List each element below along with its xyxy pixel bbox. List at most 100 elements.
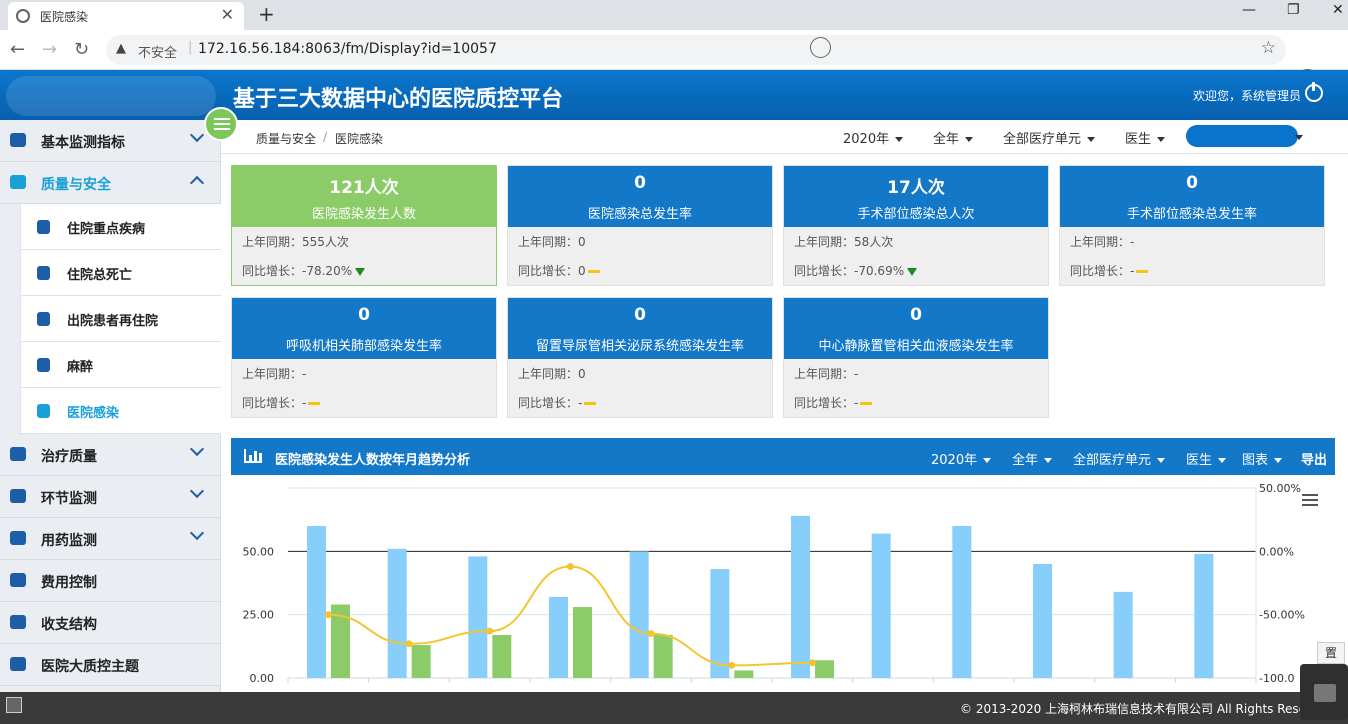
kpi-yoy-label: 同比增长： xyxy=(1070,264,1131,278)
y2-tick-label: 0.00% xyxy=(1259,545,1294,558)
breadcrumb-separator: / xyxy=(323,130,328,144)
kpi-prev-label: 上年同期： xyxy=(518,367,579,381)
new-tab-icon[interactable]: + xyxy=(258,2,275,26)
settings-tab[interactable]: 置 xyxy=(1317,642,1345,664)
year-filter[interactable]: 2020年 xyxy=(843,128,904,147)
copyright-text: © 2013-2020 上海柯林布瑞信息技术有限公司 All Rights Re… xyxy=(960,702,1311,716)
url-text[interactable]: 172.16.56.184:8063/fm/Display?id=10057 xyxy=(198,41,497,57)
kpi-yoy-value: 0 xyxy=(578,264,586,278)
floating-chat-button[interactable] xyxy=(1300,664,1348,720)
kpi-card[interactable]: 0 呼吸机相关肺部感染发生率 上年同期：- 同比增长：- xyxy=(231,297,497,418)
breadcrumb-item[interactable]: 质量与安全 xyxy=(256,130,316,147)
kpi-yoy-label: 同比增长： xyxy=(794,264,855,278)
browser-tab[interactable]: 医院感染 ✕ xyxy=(8,2,244,30)
kpi-prev-period: 上年同期：0 xyxy=(518,365,586,382)
panel-unit-filter[interactable]: 全部医疗单元 xyxy=(1073,449,1166,468)
bar xyxy=(411,645,431,678)
line-point xyxy=(324,611,332,619)
menu-toggle-button[interactable] xyxy=(204,107,238,141)
line-point xyxy=(566,563,574,571)
close-tab-icon[interactable]: ✕ xyxy=(221,5,234,24)
sidebar-subitem[interactable]: 麻醉 xyxy=(20,342,221,388)
kpi-name: 中心静脉置管相关血液感染发生率 xyxy=(818,339,1014,354)
flat-dash-icon xyxy=(308,402,321,405)
tab-title: 医院感染 xyxy=(40,10,89,24)
sidebar-item[interactable]: 环节监测 xyxy=(0,476,221,518)
kpi-prev-label: 上年同期： xyxy=(1070,235,1131,249)
panel-title: 医院感染发生人数按年月趋势分析 xyxy=(275,453,471,468)
panel-view-filter[interactable]: 图表 xyxy=(1242,449,1283,468)
kpi-prev-value: - xyxy=(1130,235,1135,249)
sidebar-item[interactable]: 治疗质量 xyxy=(0,434,221,476)
sidebar-item[interactable]: 用药监测 xyxy=(0,518,221,560)
kpi-yoy-value: - xyxy=(854,396,859,410)
kpi-prev-value: - xyxy=(854,367,859,381)
unit-filter[interactable]: 全部医疗单元 xyxy=(1003,128,1096,147)
kpi-prev-label: 上年同期： xyxy=(794,235,855,249)
reload-icon[interactable]: ↻ xyxy=(74,39,89,60)
kpi-card[interactable]: 0 留置导尿管相关泌尿系统感染发生率上年同期：0 同比增长：- xyxy=(507,297,773,418)
kpi-card-header: 0 医院感染总发生率 xyxy=(508,166,772,227)
back-icon[interactable]: ← xyxy=(10,39,25,60)
trend-chart: 50.00 25.00 0.00 50.00% 0.00% -50.00% -100.0 xyxy=(231,475,1335,692)
kpi-yoy-value: - xyxy=(578,396,583,410)
forward-icon[interactable]: → xyxy=(42,39,57,60)
kpi-prev-value: 0 xyxy=(578,235,586,249)
kpi-card-header: 0 呼吸机相关肺部感染发生率 xyxy=(232,298,496,359)
export-button[interactable]: 导出 xyxy=(1301,449,1327,468)
panel-year-filter[interactable]: 2020年 xyxy=(931,449,992,468)
panel-period-filter[interactable]: 全年 xyxy=(1012,449,1053,468)
kpi-yoy-value: -78.20% xyxy=(302,264,353,278)
area-chart-icon xyxy=(37,404,50,418)
kpi-yoy-label: 同比增长： xyxy=(518,396,579,410)
kpi-name: 呼吸机相关肺部感染发生率 xyxy=(285,339,442,354)
sidebar-subitem[interactable]: 出院患者再住院 xyxy=(20,296,221,342)
flat-dash-icon xyxy=(584,402,597,405)
logout-power-icon[interactable] xyxy=(1305,82,1323,102)
kpi-value: 0 xyxy=(910,305,922,325)
bar xyxy=(871,533,891,678)
flat-dash-icon xyxy=(587,270,600,273)
welcome-text: 欢迎您，系统管理员 xyxy=(1193,89,1302,103)
sidebar-item[interactable]: 医院大质控主题 xyxy=(0,644,221,686)
breadcrumb-bar: 质量与安全 / 医院感染 2020年 全年 全部医疗单元 医生 xyxy=(221,120,1348,154)
panel-role-filter[interactable]: 医生 xyxy=(1186,449,1227,468)
kpi-card[interactable]: 0 手术部位感染总发生率 上年同期：- 同比增长：- xyxy=(1059,165,1325,286)
kpi-yoy-value: - xyxy=(302,396,307,410)
y-tick-label: 50.00 xyxy=(243,545,275,558)
globe-icon xyxy=(16,9,30,23)
window-close-icon[interactable]: ✕ xyxy=(1332,2,1344,18)
kpi-name: 医院感染总发生率 xyxy=(587,207,692,222)
kpi-card[interactable]: 0 中心静脉置管相关血液感染发生率 上年同期：- 同比增长：- xyxy=(783,297,1049,418)
sidebar-item[interactable]: 费用控制 xyxy=(0,560,221,602)
bookmark-star-icon[interactable]: ☆ xyxy=(1261,38,1276,58)
sidebar-item-label: 质量与安全 xyxy=(41,177,111,193)
kpi-card[interactable]: 121人次 医院感染发生人数 上年同期：555人次 同比增长：-78.20% xyxy=(231,165,497,286)
omnibox[interactable]: ▲ 不安全 | 172.16.56.184:8063/fm/Display?id… xyxy=(106,35,1286,65)
restore-icon[interactable]: ❐ xyxy=(1287,2,1300,18)
user-md-icon xyxy=(10,615,26,629)
kpi-prev-value: 58人次 xyxy=(854,235,894,249)
kpi-card[interactable]: 0 医院感染总发生率 上年同期：0 同比增长：0 xyxy=(507,165,773,286)
sidebar-subitem[interactable]: 住院重点疾病 xyxy=(20,204,221,250)
kpi-prev-period: 上年同期：0 xyxy=(518,233,586,250)
sidebar-item-label: 费用控制 xyxy=(41,575,97,591)
sidebar-item[interactable]: 收支结构 xyxy=(0,602,221,644)
kpi-name: 手术部位感染总发生率 xyxy=(1126,207,1257,222)
kpi-yoy: 同比增长：- xyxy=(1070,262,1149,279)
sidebar-subitem[interactable]: 医院感染 xyxy=(20,388,221,434)
kpi-card-header: 0 留置导尿管相关泌尿系统感染发生率 xyxy=(508,298,772,359)
chart-menu-icon[interactable] xyxy=(1302,494,1318,506)
kpi-card[interactable]: 17人次 手术部位感染总人次 上年同期：58人次 同比增长：-70.69% xyxy=(783,165,1049,286)
line-point xyxy=(486,627,494,635)
sidebar-subitem-label: 麻醉 xyxy=(67,360,94,375)
role-filter[interactable]: 医生 xyxy=(1125,128,1166,147)
sidebar-item[interactable]: 基本监测指标 xyxy=(0,120,221,162)
period-filter[interactable]: 全年 xyxy=(933,128,974,147)
sidebar-item-label: 基本监测指标 xyxy=(41,135,125,151)
bar xyxy=(952,526,972,678)
sidebar-item[interactable]: 质量与安全 xyxy=(0,162,221,204)
extra-filter-select[interactable] xyxy=(1186,125,1298,147)
minimize-icon[interactable]: — xyxy=(1242,2,1256,18)
sidebar-subitem[interactable]: 住院总死亡 xyxy=(20,250,221,296)
